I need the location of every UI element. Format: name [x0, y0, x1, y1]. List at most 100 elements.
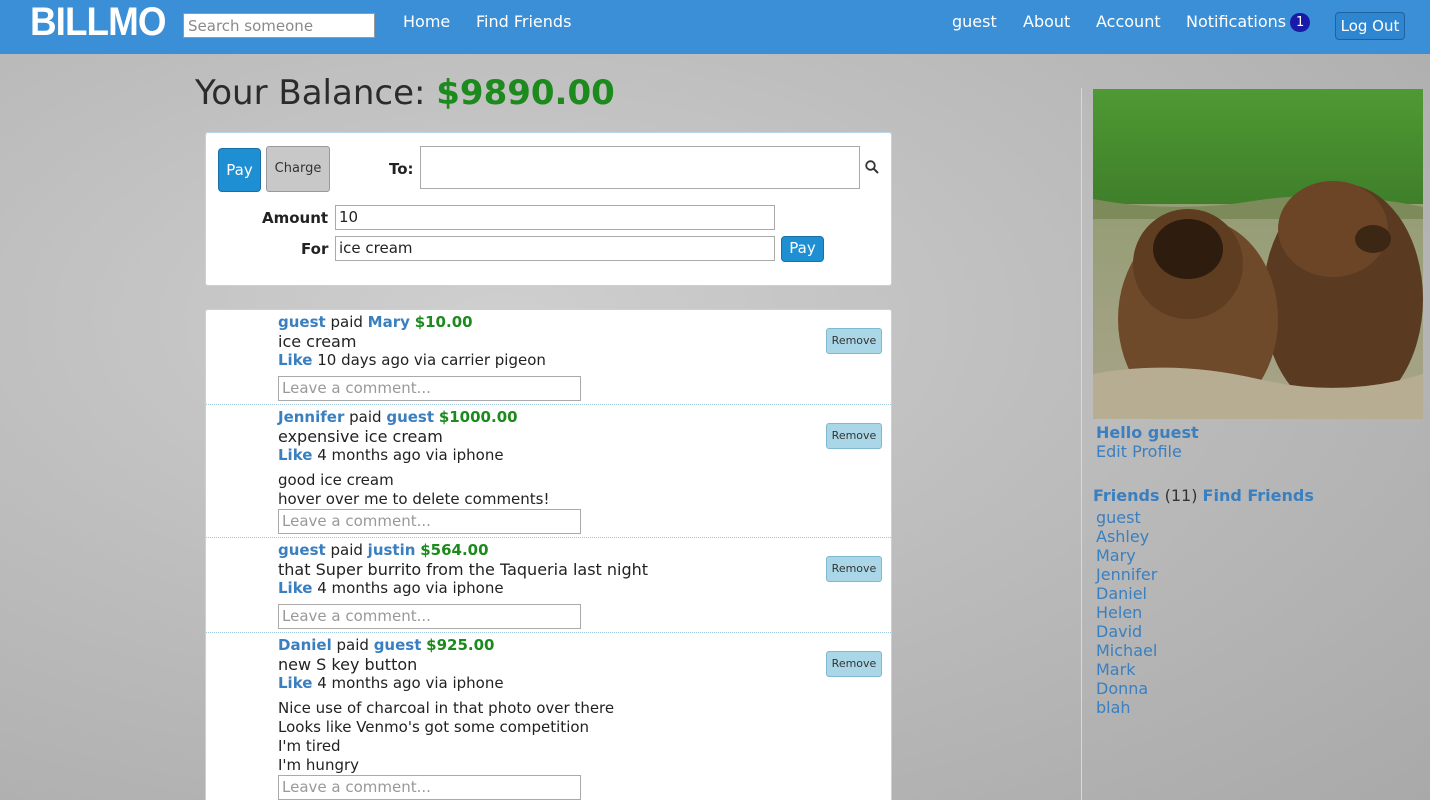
logout-button[interactable]: Log Out — [1335, 12, 1405, 40]
transaction-note: expensive ice cream — [278, 427, 443, 446]
comment-input[interactable]: Leave a comment... — [278, 509, 581, 534]
transaction-note: that Super burrito from the Taqueria las… — [278, 560, 649, 579]
amount-label: Amount — [262, 209, 329, 227]
friend-link[interactable]: Michael — [1096, 641, 1157, 660]
nav-find-friends[interactable]: Find Friends — [476, 12, 571, 31]
payer-link[interactable]: guest — [278, 313, 326, 331]
edit-profile-link[interactable]: Edit Profile — [1096, 442, 1182, 461]
submit-pay-button[interactable]: Pay — [781, 236, 824, 262]
paid-word: paid — [330, 541, 363, 559]
search-input[interactable] — [183, 13, 375, 38]
comment[interactable]: hover over me to delete comments! — [278, 490, 550, 508]
logo[interactable]: BILLMO — [30, 0, 166, 45]
nav-account[interactable]: Account — [1096, 12, 1161, 31]
remove-button[interactable]: Remove — [826, 651, 882, 677]
comment[interactable]: I'm hungry — [278, 756, 359, 774]
friends-count: (11) — [1164, 486, 1198, 505]
transaction-meta: Like 4 months ago via iphone — [278, 579, 504, 597]
transaction-summary: Jennifer paid guest $1000.00 — [278, 408, 518, 426]
notifications-label: Notifications — [1186, 12, 1287, 31]
paid-word: paid — [349, 408, 382, 426]
payee-link[interactable]: guest — [374, 636, 422, 654]
friends-heading: Friends (11) Find Friends — [1093, 486, 1314, 505]
transaction-amount: $1000.00 — [438, 408, 518, 426]
balance-heading: Your Balance: $9890.00 — [195, 73, 615, 113]
friend-link[interactable]: Jennifer — [1096, 565, 1157, 584]
friend-link[interactable]: Ashley — [1096, 527, 1149, 546]
for-label: For — [301, 240, 329, 258]
payee-link[interactable]: justin — [368, 541, 416, 559]
remove-button[interactable]: Remove — [826, 423, 882, 449]
friend-link[interactable]: Daniel — [1096, 584, 1147, 603]
comment[interactable]: Nice use of charcoal in that photo over … — [278, 699, 614, 717]
payee-link[interactable]: Mary — [368, 313, 410, 331]
remove-button[interactable]: Remove — [826, 556, 882, 582]
transaction-note: ice cream — [278, 332, 357, 351]
comment[interactable]: Looks like Venmo's got some competition — [278, 718, 589, 736]
transaction-summary: Daniel paid guest $925.00 — [278, 636, 495, 654]
charge-tab-button[interactable]: Charge — [266, 146, 330, 192]
transaction-meta: Like 4 months ago via iphone — [278, 446, 504, 464]
find-friends-link[interactable]: Find Friends — [1203, 486, 1314, 505]
transaction-amount: $564.00 — [420, 541, 489, 559]
amount-input[interactable]: 10 — [335, 205, 775, 230]
top-navbar: BILLMO Home Find Friends guest About Acc… — [0, 0, 1430, 54]
transaction-summary: guest paid Mary $10.00 — [278, 313, 473, 331]
friend-link[interactable]: guest — [1096, 508, 1141, 527]
transaction-meta: Like 10 days ago via carrier pigeon — [278, 351, 546, 369]
comment-input[interactable]: Leave a comment... — [278, 376, 581, 401]
paid-word: paid — [336, 636, 369, 654]
like-link[interactable]: Like — [278, 579, 312, 597]
feed-item: Daniel paid guest $925.00 new S key butt… — [206, 633, 891, 800]
like-link[interactable]: Like — [278, 674, 312, 692]
profile-photo — [1093, 89, 1423, 419]
notification-count-badge: 1 — [1290, 13, 1311, 32]
comment[interactable]: I'm tired — [278, 737, 341, 755]
payer-link[interactable]: Daniel — [278, 636, 332, 654]
friend-link[interactable]: blah — [1096, 698, 1131, 717]
balance-label: Your Balance: — [195, 73, 437, 113]
meta-text: 4 months ago via iphone — [317, 674, 504, 692]
payer-link[interactable]: guest — [278, 541, 326, 559]
remove-button[interactable]: Remove — [826, 328, 882, 354]
transaction-amount: $925.00 — [426, 636, 495, 654]
recipient-input[interactable] — [420, 146, 860, 189]
friend-link[interactable]: Helen — [1096, 603, 1142, 622]
comment-input[interactable]: Leave a comment... — [278, 775, 581, 800]
transaction-summary: guest paid justin $564.00 — [278, 541, 489, 559]
meta-text: 10 days ago via carrier pigeon — [317, 351, 546, 369]
pay-tab-button[interactable]: Pay — [218, 148, 261, 192]
paid-word: paid — [330, 313, 363, 331]
transaction-feed: guest paid Mary $10.00 ice cream Like 10… — [205, 309, 892, 800]
transaction-note: new S key button — [278, 655, 418, 674]
to-label: To: — [389, 160, 414, 178]
nav-notifications[interactable]: Notifications 1 — [1186, 12, 1311, 32]
like-link[interactable]: Like — [278, 351, 312, 369]
friend-link[interactable]: David — [1096, 622, 1142, 641]
payer-link[interactable]: Jennifer — [278, 408, 344, 426]
transaction-amount: $10.00 — [414, 313, 473, 331]
feed-item: Jennifer paid guest $1000.00 expensive i… — [206, 405, 891, 538]
like-link[interactable]: Like — [278, 446, 312, 464]
feed-item: guest paid justin $564.00 that Super bur… — [206, 538, 891, 633]
friends-label[interactable]: Friends — [1093, 486, 1160, 505]
comment[interactable]: good ice cream — [278, 471, 394, 489]
meta-text: 4 months ago via iphone — [317, 446, 504, 464]
payee-link[interactable]: guest — [386, 408, 434, 426]
comment-input[interactable]: Leave a comment... — [278, 604, 581, 629]
friend-link[interactable]: Mary — [1096, 546, 1136, 565]
friend-link[interactable]: Donna — [1096, 679, 1148, 698]
meta-text: 4 months ago via iphone — [317, 579, 504, 597]
nav-home[interactable]: Home — [403, 12, 450, 31]
nav-user-guest[interactable]: guest — [952, 12, 997, 31]
feed-item: guest paid Mary $10.00 ice cream Like 10… — [206, 310, 891, 405]
hello-user-link[interactable]: Hello guest — [1096, 423, 1199, 442]
balance-amount: $9890.00 — [436, 73, 615, 113]
friend-link[interactable]: Mark — [1096, 660, 1135, 679]
payment-form: Pay Charge To: Amount 10 For ice cream P… — [205, 132, 892, 286]
transaction-meta: Like 4 months ago via iphone — [278, 674, 504, 692]
nav-about[interactable]: About — [1023, 12, 1070, 31]
search-icon[interactable] — [865, 160, 879, 174]
for-input[interactable]: ice cream — [335, 236, 775, 261]
sidebar-divider — [1081, 88, 1082, 800]
